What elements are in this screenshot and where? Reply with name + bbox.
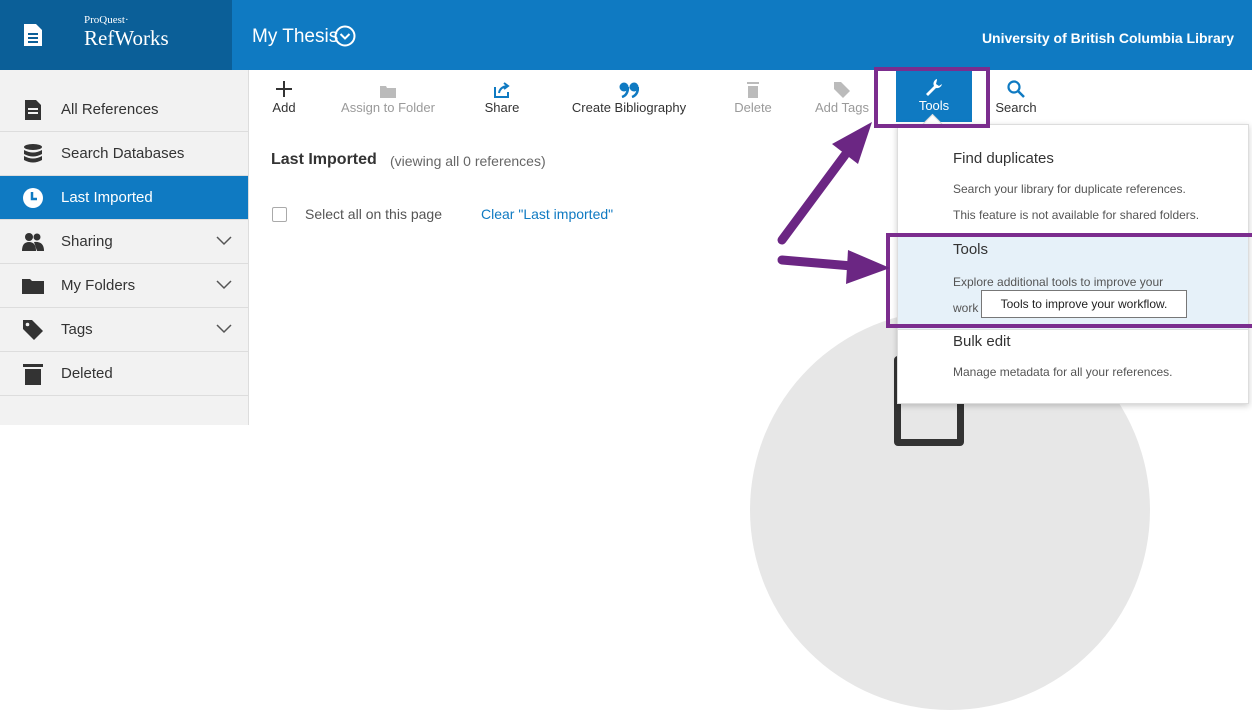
- annotation-arrows: [777, 122, 890, 284]
- annotation-arrow-up: [777, 122, 872, 245]
- annotation-arrow-right: [777, 250, 890, 284]
